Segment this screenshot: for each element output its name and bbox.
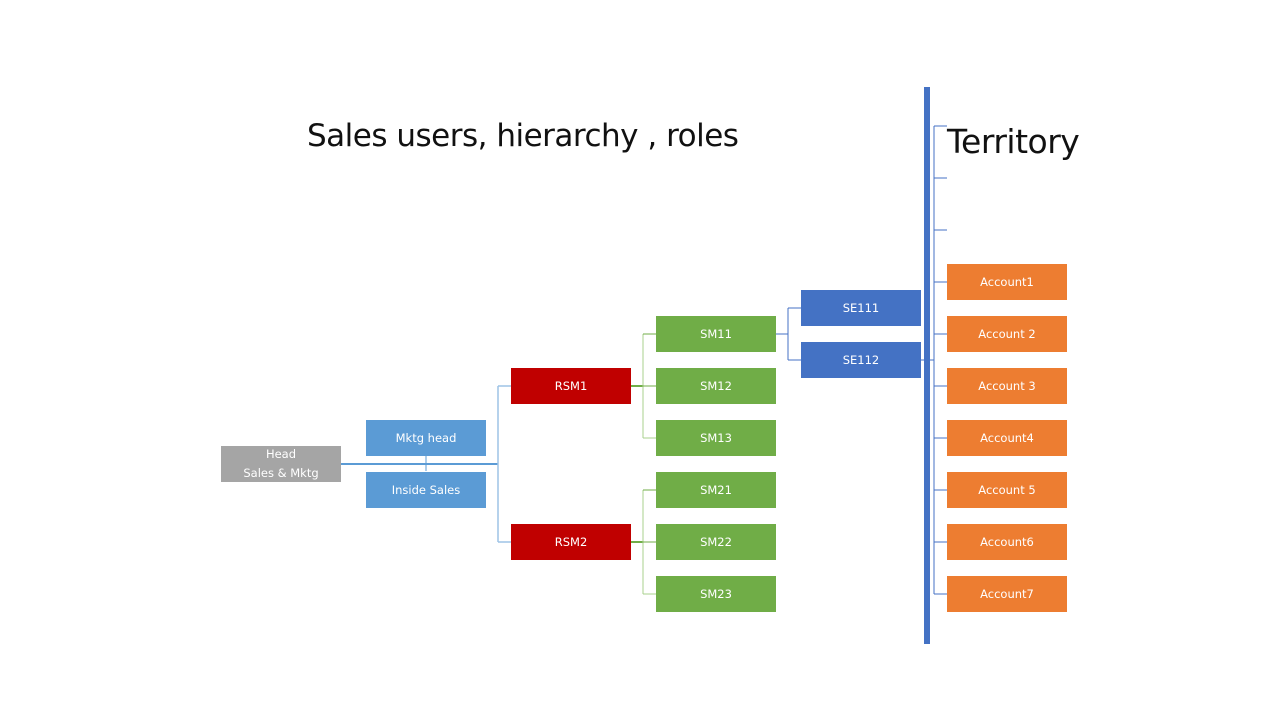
node-label: SM11 (700, 326, 732, 341)
node-sm23[interactable]: SM23 (656, 576, 776, 612)
node-se112[interactable]: SE112 (801, 342, 921, 378)
node-sm12[interactable]: SM12 (656, 368, 776, 404)
node-label: SE112 (842, 352, 880, 367)
territory-bar (924, 87, 930, 644)
node-account2[interactable]: Account 2 (947, 316, 1067, 352)
node-label: Inside Sales (391, 482, 461, 497)
node-label: RSM2 (554, 534, 588, 549)
node-head-line2: Sales & Mktg (243, 466, 319, 480)
node-account7[interactable]: Account7 (947, 576, 1067, 612)
node-label: Account7 (980, 586, 1034, 601)
node-rsm1[interactable]: RSM1 (511, 368, 631, 404)
node-label: Account 2 (978, 326, 1036, 341)
node-rsm2[interactable]: RSM2 (511, 524, 631, 560)
node-label: SM21 (700, 482, 732, 497)
node-label: SE111 (842, 300, 880, 315)
node-label: Account4 (980, 430, 1034, 445)
node-account4[interactable]: Account4 (947, 420, 1067, 456)
node-account3[interactable]: Account 3 (947, 368, 1067, 404)
node-head-sales-mktg[interactable]: Head Sales & Mktg (221, 446, 341, 482)
node-label: RSM1 (554, 378, 588, 393)
node-label: SM23 (700, 586, 732, 601)
node-sm11[interactable]: SM11 (656, 316, 776, 352)
node-sm13[interactable]: SM13 (656, 420, 776, 456)
node-sm21[interactable]: SM21 (656, 472, 776, 508)
node-label: SM12 (700, 378, 732, 393)
node-label: SM22 (700, 534, 732, 549)
node-account6[interactable]: Account6 (947, 524, 1067, 560)
node-label: Account6 (980, 534, 1034, 549)
node-mktg-head[interactable]: Mktg head (366, 420, 486, 456)
node-label: Mktg head (395, 430, 457, 445)
node-sm22[interactable]: SM22 (656, 524, 776, 560)
node-se111[interactable]: SE111 (801, 290, 921, 326)
node-label: Account1 (980, 274, 1034, 289)
connector-lines (341, 87, 947, 644)
node-head-line1: Head (265, 447, 297, 461)
node-label: SM13 (700, 430, 732, 445)
node-account1[interactable]: Account1 (947, 264, 1067, 300)
node-label: Account 5 (978, 482, 1036, 497)
node-label: Account 3 (978, 378, 1036, 393)
node-inside-sales[interactable]: Inside Sales (366, 472, 486, 508)
node-account5[interactable]: Account 5 (947, 472, 1067, 508)
